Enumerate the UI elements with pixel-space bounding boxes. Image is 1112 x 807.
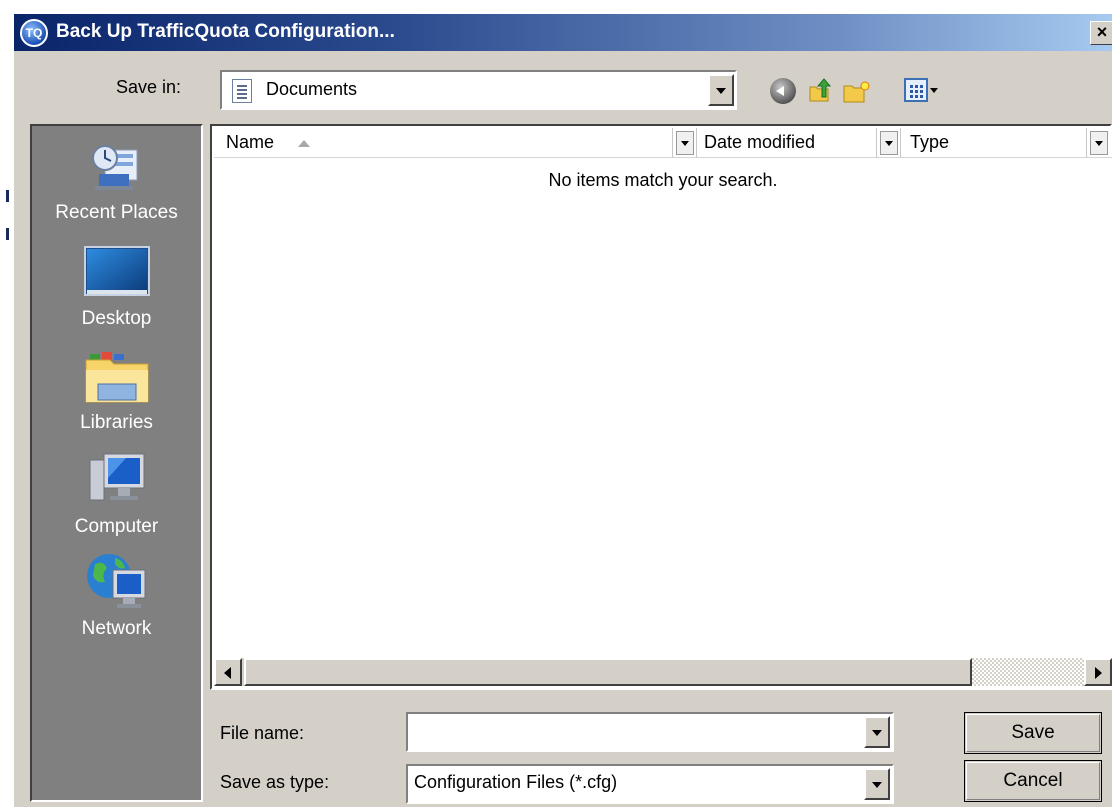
column-header-type[interactable]: Type (910, 132, 949, 153)
app-icon: TQ (20, 19, 48, 47)
place-label: Computer (74, 516, 159, 537)
window-title: Back Up TrafficQuota Configuration... (56, 21, 395, 42)
recent-places-icon (89, 138, 145, 194)
save-as-type-dropdown-button[interactable] (864, 768, 890, 800)
save-in-value: Documents (266, 79, 358, 99)
place-libraries[interactable]: Libraries (30, 342, 203, 446)
place-desktop[interactable]: Desktop (30, 242, 203, 342)
place-recent-places[interactable]: Recent Places (30, 134, 203, 234)
place-computer[interactable]: Computer (30, 446, 203, 550)
sort-ascending-icon (298, 140, 310, 147)
place-label: Libraries (80, 412, 153, 433)
save-in-label: Save in: (116, 77, 182, 97)
column-divider[interactable] (876, 128, 877, 158)
save-as-type-value: Configuration Files (*.cfg) (414, 772, 618, 792)
empty-list-message: No items match your search. (548, 170, 778, 190)
computer-icon (86, 450, 148, 508)
column-header-name[interactable]: Name (226, 132, 274, 153)
scrollbar-track[interactable] (972, 658, 1084, 686)
column-divider[interactable] (1086, 128, 1087, 158)
column-header-row (214, 128, 1112, 158)
save-button[interactable]: Save (964, 712, 1102, 754)
views-dropdown-caret-icon[interactable] (930, 88, 938, 93)
scroll-right-arrow-icon[interactable] (1084, 658, 1112, 686)
edge-mark (6, 228, 9, 240)
type-filter-dropdown-icon[interactable] (1090, 131, 1108, 155)
new-folder-icon[interactable] (842, 80, 872, 104)
column-header-date-modified[interactable]: Date modified (704, 132, 815, 153)
place-label: Network (81, 618, 152, 639)
column-divider[interactable] (672, 128, 673, 158)
save-in-dropdown-button[interactable] (708, 74, 734, 106)
name-filter-dropdown-icon[interactable] (676, 131, 694, 155)
back-icon[interactable] (770, 78, 796, 104)
column-divider[interactable] (696, 128, 697, 158)
close-button[interactable]: × (1090, 21, 1112, 45)
network-icon (85, 550, 149, 612)
date-filter-dropdown-icon[interactable] (880, 131, 898, 155)
scroll-left-arrow-icon[interactable] (214, 658, 242, 686)
cancel-button-label: Cancel (1003, 770, 1063, 791)
save-as-type-label: Save as type: (220, 772, 330, 792)
desktop-icon (83, 246, 150, 298)
up-one-level-icon[interactable] (806, 77, 834, 105)
scrollbar-thumb[interactable] (244, 658, 972, 686)
app-icon-text: TQ (25, 26, 43, 40)
place-label: Recent Places (55, 202, 178, 223)
file-name-dropdown-button[interactable] (864, 716, 890, 748)
file-list[interactable] (210, 124, 1112, 690)
save-button-label: Save (1011, 722, 1055, 743)
place-label: Desktop (81, 308, 152, 329)
cancel-button[interactable]: Cancel (964, 760, 1102, 802)
column-divider[interactable] (900, 128, 901, 158)
close-icon: × (1096, 22, 1108, 42)
place-network[interactable]: Network (30, 548, 203, 652)
libraries-icon (84, 346, 150, 404)
edge-mark (6, 190, 9, 202)
documents-folder-icon (232, 79, 252, 103)
views-menu-icon[interactable] (904, 78, 928, 102)
file-name-label: File name: (220, 723, 305, 743)
file-name-input[interactable] (406, 712, 894, 752)
